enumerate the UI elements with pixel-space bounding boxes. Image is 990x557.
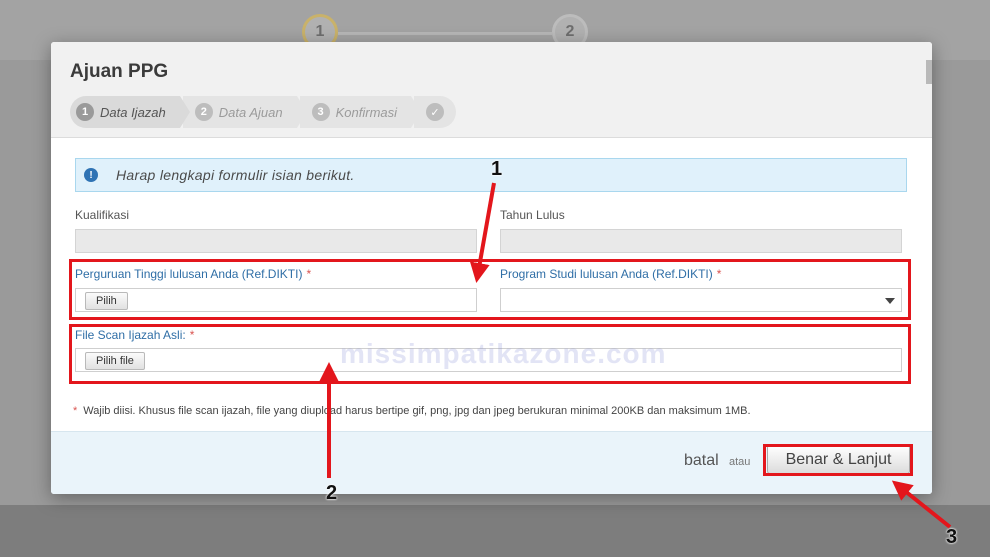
callout-1: 1 (491, 158, 503, 180)
required-mark: * (73, 405, 78, 417)
callout-2: 2 (326, 482, 338, 504)
annotation-box-3 (763, 444, 913, 476)
callout-3: 3 (946, 526, 958, 548)
wizard-step-number: 1 (76, 103, 94, 121)
background-step-line (338, 32, 552, 35)
tahun-lulus-label: Tahun Lulus (500, 208, 565, 222)
tahun-lulus-field (500, 229, 902, 253)
wizard-step-konfirmasi[interactable]: 3 Konfirmasi (299, 96, 422, 128)
info-circle-icon: ! (84, 168, 98, 182)
cancel-link[interactable]: batal (684, 452, 719, 470)
or-text: atau (729, 456, 751, 468)
required-note: * Wajib diisi. Khusus file scan ijazah, f… (73, 405, 751, 417)
wizard-steps: 1 Data Ijazah 2 Data Ajuan 3 Konfirmasi … (70, 96, 459, 128)
required-note-text: Wajib diisi. Khusus file scan ijazah, fi… (83, 405, 751, 417)
annotation-box-1 (69, 259, 911, 320)
wizard-step-label: Konfirmasi (335, 104, 398, 120)
modal-header: Ajuan PPG 1 Data Ijazah 2 Data Ajuan 3 K… (51, 42, 932, 138)
alert-text: Harap lengkapi formulir isian berikut. (116, 167, 355, 183)
background-footer (0, 505, 990, 557)
modal-title: Ajuan PPG (70, 61, 169, 82)
wizard-step-data-ijazah[interactable]: 1 Data Ijazah (70, 96, 190, 128)
kualifikasi-field (75, 229, 477, 253)
wizard-step-data-ajuan[interactable]: 2 Data Ajuan (182, 96, 307, 128)
kualifikasi-label: Kualifikasi (75, 208, 130, 222)
wizard-step-label: Data Ijazah (100, 104, 166, 120)
wizard-step-number: 2 (194, 103, 213, 121)
check-circle-icon: ✓ (426, 103, 445, 121)
wizard-step-label: Data Ajuan (218, 104, 283, 120)
annotation-box-2 (69, 324, 911, 384)
wizard-step-number: 3 (311, 103, 330, 121)
modal-scrollbar[interactable] (926, 60, 932, 84)
